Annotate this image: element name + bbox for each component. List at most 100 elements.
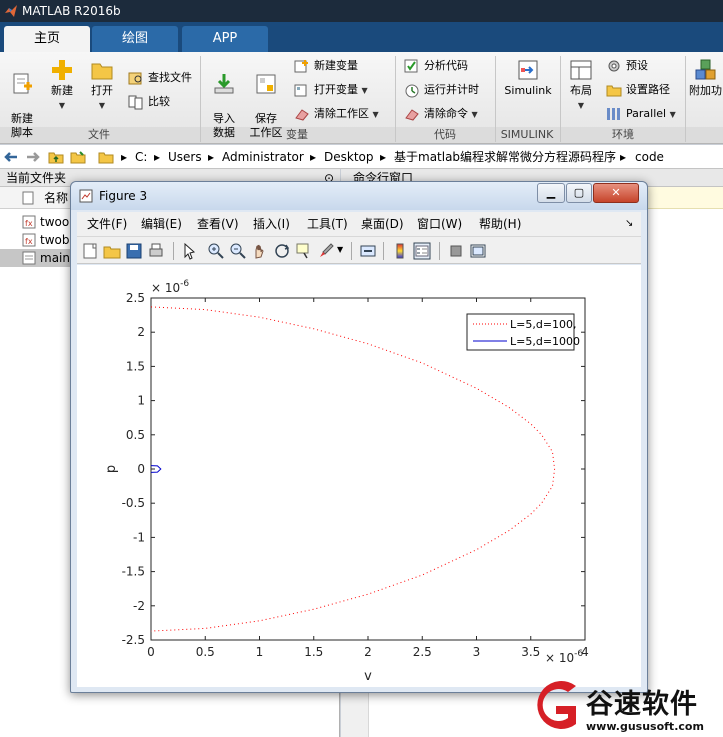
clear-commands-icon	[405, 109, 419, 121]
menu-overflow-icon[interactable]: ↘	[625, 212, 633, 236]
tab-apps[interactable]: APP	[182, 26, 268, 52]
run-and-time-button[interactable]: 运行并计时	[404, 82, 479, 98]
clear-commands-dropdown-icon: ▼	[471, 110, 478, 119]
ribbon-tabs: 主页 绘图 APP	[0, 22, 723, 52]
back-arrow-icon[interactable]	[3, 149, 19, 165]
pointer-arrow-icon[interactable]	[181, 242, 199, 260]
x-tick-label: 1	[256, 645, 264, 659]
show-plot-tools-icon[interactable]	[469, 242, 487, 260]
folder-icon	[98, 152, 114, 164]
compare-button[interactable]: 比较	[128, 94, 170, 110]
menu-tools[interactable]: 工具(T)	[307, 212, 348, 236]
app-titlebar: MATLAB R2016b	[0, 0, 723, 22]
breadcrumb-separator: ▸	[121, 150, 128, 164]
layout-button[interactable]: 布局 ▼	[564, 58, 598, 113]
brush-icon[interactable]	[317, 242, 335, 260]
breadcrumb-item[interactable]: Users	[168, 145, 202, 169]
parallel-button[interactable]: Parallel ▼	[606, 106, 676, 123]
simulink-button[interactable]: Simulink	[500, 58, 556, 98]
code-group-label: 代码	[434, 128, 456, 141]
tab-plots[interactable]: 绘图	[92, 26, 178, 52]
layout-label: 布局	[570, 84, 592, 97]
brush-dropdown-icon[interactable]: ▼	[337, 245, 343, 254]
figure-window[interactable]: Figure 3 ▁ ▢ ✕ 文件(F) 编辑(E) 查看(V) 插入(I) 工…	[70, 181, 648, 693]
open-button[interactable]: 打开 ▼	[84, 58, 120, 113]
breadcrumb-separator: ▸	[620, 150, 627, 164]
find-files-button[interactable]: 查找文件	[128, 70, 192, 86]
toolbar-separator	[439, 242, 440, 260]
rotate-3d-icon[interactable]	[273, 242, 291, 260]
zoom-out-icon[interactable]	[229, 242, 247, 260]
parallel-dropdown-icon: ▼	[669, 110, 676, 119]
set-path-folder-icon	[606, 85, 622, 97]
menu-edit[interactable]: 编辑(E)	[141, 212, 182, 236]
x-axis-label: v	[364, 669, 372, 684]
y-tick-label: -1.5	[122, 565, 145, 579]
close-button[interactable]: ✕	[593, 183, 639, 203]
open-variable-dropdown-icon: ▼	[361, 86, 368, 95]
new-variable-button[interactable]: 新建变量	[294, 58, 358, 74]
clear-workspace-icon	[295, 109, 309, 121]
print-figure-icon[interactable]	[147, 242, 165, 260]
new-script-icon	[13, 73, 32, 94]
save-figure-icon[interactable]	[125, 242, 143, 260]
hide-plot-tools-icon[interactable]	[447, 242, 465, 260]
y-tick-label: 2	[137, 325, 145, 339]
colorbar-icon[interactable]	[391, 242, 409, 260]
find-files-icon	[128, 72, 142, 85]
open-variable-icon	[294, 84, 307, 97]
clear-workspace-button[interactable]: 清除工作区 ▼	[294, 106, 379, 123]
menu-window[interactable]: 窗口(W)	[417, 212, 462, 236]
menu-file[interactable]: 文件(F)	[87, 212, 127, 236]
breadcrumb-item[interactable]: code	[635, 145, 664, 169]
layout-dropdown-arrow-icon: ▼	[577, 101, 585, 110]
maximize-button[interactable]: ▢	[566, 183, 592, 203]
new-button[interactable]: 新建 ▼	[44, 58, 80, 113]
compare-icon	[128, 95, 143, 110]
variable-group-label: 变量	[286, 128, 308, 141]
legend-icon[interactable]	[413, 242, 431, 260]
tab-home[interactable]: 主页	[4, 26, 90, 52]
new-dropdown-arrow-icon: ▼	[58, 101, 66, 110]
y-tick-label: -0.5	[122, 496, 145, 510]
forward-arrow-icon[interactable]	[25, 149, 41, 165]
menu-desktop[interactable]: 桌面(D)	[361, 212, 404, 236]
x-tick-label: 2.5	[413, 645, 432, 659]
menu-insert[interactable]: 插入(I)	[253, 212, 290, 236]
menu-view[interactable]: 查看(V)	[197, 212, 239, 236]
new-figure-icon[interactable]	[81, 242, 99, 260]
breadcrumb-item[interactable]: Administrator	[222, 145, 304, 169]
breadcrumb-item[interactable]: C:	[135, 145, 147, 169]
preferences-button[interactable]: 预设	[606, 58, 648, 74]
minimize-button[interactable]: ▁	[537, 183, 565, 203]
set-path-button[interactable]: 设置路径	[606, 82, 670, 98]
x-tick-label: 3.5	[521, 645, 540, 659]
run-and-time-icon	[405, 84, 419, 98]
figure-titlebar[interactable]: Figure 3 ▁ ▢ ✕	[71, 182, 647, 210]
addons-button[interactable]: 附加功	[688, 58, 723, 98]
clear-workspace-dropdown-icon: ▼	[372, 110, 379, 119]
layout-icon	[570, 60, 592, 80]
breadcrumb-item[interactable]: Desktop	[324, 145, 374, 169]
x-tick-label: 1.5	[304, 645, 323, 659]
compare-label: 比较	[148, 95, 170, 108]
breadcrumb-item[interactable]: 基于matlab编程求解常微分方程源码程序	[394, 145, 616, 169]
toolbar-separator	[173, 242, 174, 260]
up-folder-icon[interactable]	[48, 149, 64, 165]
open-file-icon[interactable]	[103, 242, 121, 260]
menu-help[interactable]: 帮助(H)	[479, 212, 521, 236]
parallel-icon	[607, 108, 620, 120]
gear-icon	[608, 60, 620, 72]
figure-canvas[interactable]: 0 0.5 1 1.5 2 2.5 3 3.5 4 2.5 2 1.5 1 0.5 0 -0.5 -1 -1.5-…	[77, 265, 641, 687]
simulink-icon	[518, 60, 538, 80]
browse-folder-icon[interactable]	[70, 149, 86, 165]
group-separator	[560, 56, 561, 142]
link-plot-icon[interactable]	[359, 242, 377, 260]
pan-hand-icon[interactable]	[251, 242, 269, 260]
open-variable-button[interactable]: 打开变量 ▼	[294, 82, 368, 99]
legend[interactable]: L=5,d=100, L=5,d=1000	[466, 313, 580, 351]
zoom-in-icon[interactable]	[207, 242, 225, 260]
data-cursor-icon[interactable]	[295, 242, 313, 260]
analyze-code-button[interactable]: 分析代码	[404, 58, 468, 74]
clear-commands-button[interactable]: 清除命令 ▼	[404, 106, 478, 123]
